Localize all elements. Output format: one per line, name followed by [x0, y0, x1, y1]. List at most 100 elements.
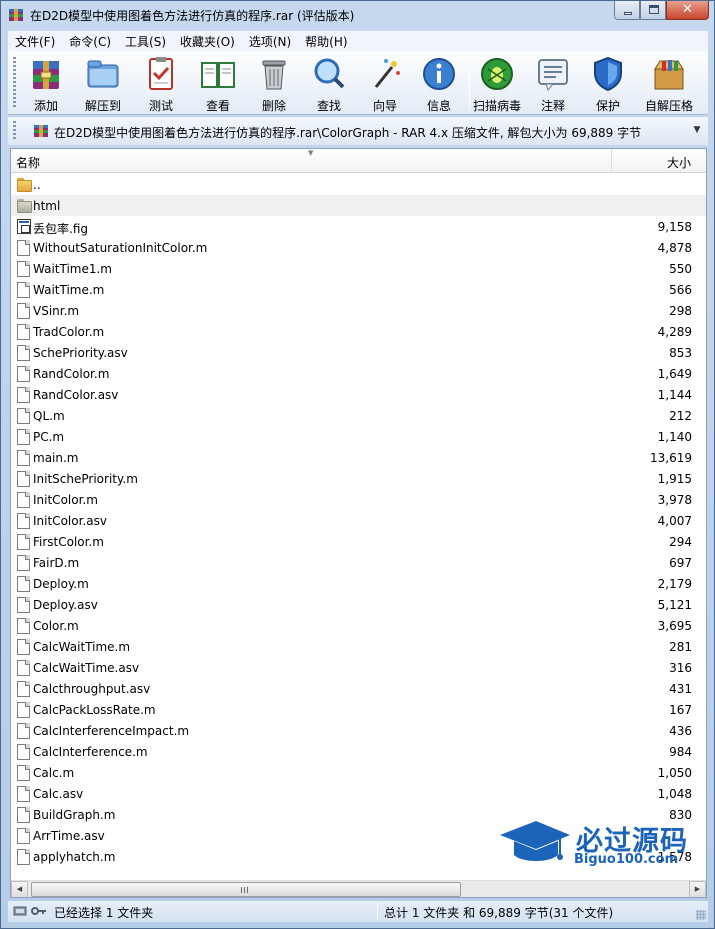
window-title: 在D2D模型中使用图着色方法进行仿真的程序.rar (评估版本) [30, 9, 355, 23]
file-icon [17, 702, 30, 718]
protect-button[interactable]: 保护 [580, 55, 636, 113]
view-button[interactable]: 查看 [190, 55, 246, 113]
list-item[interactable]: Color.m 3,695 [11, 615, 706, 636]
toolbar-grip[interactable] [13, 57, 16, 109]
comment-icon [538, 59, 568, 92]
scroll-left-button[interactable]: ◀ [11, 881, 28, 897]
delete-button[interactable]: 删除 [246, 55, 302, 113]
file-size: 3,695 [657, 619, 692, 633]
minimize-button[interactable] [614, 1, 640, 20]
menu-favorites[interactable]: 收藏夹(O) [173, 33, 242, 50]
maximize-button[interactable] [640, 1, 666, 20]
list-item[interactable]: main.m 13,619 [11, 447, 706, 468]
list-item[interactable]: 丢包率.fig 9,158 [11, 216, 706, 237]
list-item[interactable]: CalcWaitTime.asv 316 [11, 657, 706, 678]
list-item[interactable]: FirstColor.m 294 [11, 531, 706, 552]
comment-button[interactable]: 注释 [525, 55, 581, 113]
list-item[interactable]: CalcInterference.m 984 [11, 741, 706, 762]
list-item[interactable]: TradColor.m 4,289 [11, 321, 706, 342]
list-item[interactable]: WaitTime.m 566 [11, 279, 706, 300]
list-item[interactable]: RandColor.asv 1,144 [11, 384, 706, 405]
status-bar: 已经选择 1 文件夹 总计 1 文件夹 和 69,889 字节(31 个文件) [8, 901, 708, 922]
file-icon [17, 282, 30, 298]
file-size: 9,158 [657, 220, 692, 234]
list-item[interactable]: InitColor.m 3,978 [11, 489, 706, 510]
close-button[interactable]: ✕ [666, 1, 709, 20]
file-size: 697 [669, 556, 692, 570]
file-name: Calc.m [33, 766, 75, 780]
menu-help[interactable]: 帮助(H) [298, 33, 354, 50]
file-name: SchePriority.asv [33, 346, 128, 360]
lock-key-icon[interactable] [31, 905, 47, 917]
resize-grip[interactable] [696, 910, 706, 920]
address-path[interactable]: 在D2D模型中使用图着色方法进行仿真的程序.rar\ColorGraph - R… [54, 124, 641, 141]
find-button[interactable]: 查找 [301, 55, 357, 113]
menu-file[interactable]: 文件(F) [8, 33, 62, 50]
figure-file-icon [17, 219, 31, 235]
file-size: 3,978 [657, 493, 692, 507]
address-grip[interactable] [13, 121, 16, 141]
list-item[interactable]: SchePriority.asv 853 [11, 342, 706, 363]
winrar-app-icon [9, 9, 23, 21]
file-name: CalcWaitTime.m [33, 640, 131, 654]
list-item[interactable]: Deploy.m 2,179 [11, 573, 706, 594]
list-item[interactable]: .. [11, 174, 706, 195]
extract-to-label: 解压到 [84, 99, 121, 113]
file-icon [17, 366, 30, 382]
title-bar[interactable]: 在D2D模型中使用图着色方法进行仿真的程序.rar (评估版本) ✕ [1, 1, 714, 29]
list-item[interactable]: QL.m 212 [11, 405, 706, 426]
scroll-thumb[interactable] [31, 882, 461, 897]
virus-scan-button[interactable]: 扫描病毒 [468, 55, 526, 113]
test-button[interactable]: 测试 [133, 55, 189, 113]
wizard-button[interactable]: 向导 [357, 55, 413, 113]
file-size: 1,649 [657, 367, 692, 381]
list-item[interactable]: CalcInterferenceImpact.m 436 [11, 720, 706, 741]
list-item[interactable]: WaitTime1.m 550 [11, 258, 706, 279]
file-size: 1,140 [657, 430, 692, 444]
sort-indicator-icon: ▼ [308, 149, 314, 157]
info-button[interactable]: 信息 [411, 55, 467, 113]
column-name-header[interactable]: 名称 [16, 154, 40, 171]
test-icon [149, 57, 173, 90]
file-icon [17, 639, 30, 655]
horizontal-scrollbar[interactable]: ◀ ▶ [11, 880, 706, 897]
file-size: 1,144 [657, 388, 692, 402]
file-size: 431 [669, 682, 692, 696]
key-icon[interactable] [13, 905, 27, 917]
file-size: 298 [669, 304, 692, 318]
file-size: 1,915 [657, 472, 692, 486]
column-divider[interactable] [611, 149, 612, 173]
list-item[interactable]: Calc.asv 1,048 [11, 783, 706, 804]
file-icon [17, 534, 30, 550]
extract-to-button[interactable]: 解压到 [75, 55, 131, 113]
list-item[interactable]: CalcPackLossRate.m 167 [11, 699, 706, 720]
protect-shield-icon [594, 56, 622, 92]
file-name: RandColor.asv [33, 388, 119, 402]
scroll-right-button[interactable]: ▶ [689, 881, 706, 897]
list-item[interactable]: Calcthroughput.asv 431 [11, 678, 706, 699]
list-item[interactable]: InitSchePriority.m 1,915 [11, 468, 706, 489]
list-item[interactable]: WithoutSaturationInitColor.m 4,878 [11, 237, 706, 258]
file-size: 212 [669, 409, 692, 423]
menu-commands[interactable]: 命令(C) [62, 33, 118, 50]
add-button[interactable]: 添加 [18, 55, 74, 113]
address-dropdown-icon[interactable]: ▼ [690, 125, 704, 139]
file-size: 5,121 [657, 598, 692, 612]
file-icon [17, 387, 30, 403]
list-item[interactable]: FairD.m 697 [11, 552, 706, 573]
list-item[interactable]: html [11, 195, 706, 216]
sfx-button[interactable]: 自解压格 [638, 55, 700, 113]
toolbar: 添加 解压到 测试 查看 删除 查找 向导 信息 扫描病毒 注释 保护 自解压格 [8, 51, 708, 115]
menu-options[interactable]: 选项(N) [242, 33, 298, 50]
list-item[interactable]: Calc.m 1,050 [11, 762, 706, 783]
column-size-header[interactable]: 大小 [667, 154, 691, 171]
list-item[interactable]: RandColor.m 1,649 [11, 363, 706, 384]
list-item[interactable]: PC.m 1,140 [11, 426, 706, 447]
list-item[interactable]: InitColor.asv 4,007 [11, 510, 706, 531]
list-item[interactable]: Deploy.asv 5,121 [11, 594, 706, 615]
file-name: CalcInterferenceImpact.m [33, 724, 190, 738]
list-item[interactable]: VSinr.m 298 [11, 300, 706, 321]
file-icon [17, 807, 30, 823]
menu-tools[interactable]: 工具(S) [118, 33, 173, 50]
list-item[interactable]: CalcWaitTime.m 281 [11, 636, 706, 657]
